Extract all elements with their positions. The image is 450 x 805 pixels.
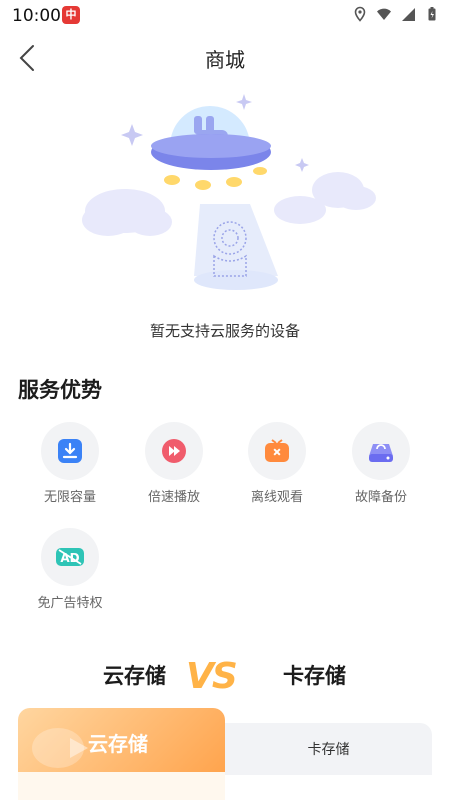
nav-bar: 商城 — [0, 36, 450, 80]
download-icon — [58, 439, 82, 463]
compare-left-title: 云存储 — [103, 664, 166, 688]
feature-label: 免广告特权 — [37, 596, 103, 611]
ufo-empty-illustration — [82, 94, 376, 290]
battery-icon — [428, 7, 436, 21]
page-title: 商城 — [205, 48, 245, 72]
feature-speed-playback[interactable]: 倍速播放 — [122, 422, 226, 505]
feature-label: 无限容量 — [43, 490, 96, 505]
feature-ad-free[interactable]: AD 免广告特权 — [18, 528, 122, 611]
cloud-storage-tab-label: 云存储 — [88, 732, 148, 756]
location-icon — [354, 6, 366, 22]
cloud-storage-tab[interactable]: 云存储 — [18, 708, 225, 800]
card-storage-tab-label: 卡存储 — [307, 742, 350, 758]
card-storage-tab[interactable]: 卡存储 — [225, 723, 432, 805]
storage-compare-heading: 云存储 VS 卡存储 — [0, 654, 450, 698]
signal-icon — [402, 8, 415, 21]
play-cloud-icon — [32, 728, 88, 768]
feature-offline-viewing[interactable]: 离线观看 — [225, 422, 329, 505]
empty-state-text: 暂无支持云服务的设备 — [149, 322, 300, 340]
backup-drive-icon — [369, 444, 393, 462]
feature-unlimited-capacity[interactable]: 无限容量 — [18, 422, 122, 505]
status-bar: 10:00 中 — [0, 0, 450, 32]
feature-label: 故障备份 — [354, 490, 407, 505]
status-icons — [352, 6, 440, 22]
ad-free-icon: AD — [56, 548, 84, 566]
feature-label: 倍速播放 — [147, 490, 200, 505]
fast-forward-icon — [162, 439, 186, 463]
status-time: 10:00 — [12, 6, 61, 26]
wifi-icon — [377, 8, 391, 20]
compare-right-title: 卡存储 — [283, 664, 346, 688]
feature-label: 离线观看 — [250, 490, 303, 505]
card-storage-card-body — [225, 775, 432, 805]
cloud-storage-card-body — [18, 772, 225, 800]
feature-fault-backup[interactable]: 故障备份 — [329, 422, 433, 505]
vs-mark: VS — [186, 656, 238, 697]
services-section-title: 服务优势 — [18, 378, 102, 402]
offline-tv-icon — [265, 439, 289, 462]
app-notification-icon: 中 — [62, 6, 80, 24]
